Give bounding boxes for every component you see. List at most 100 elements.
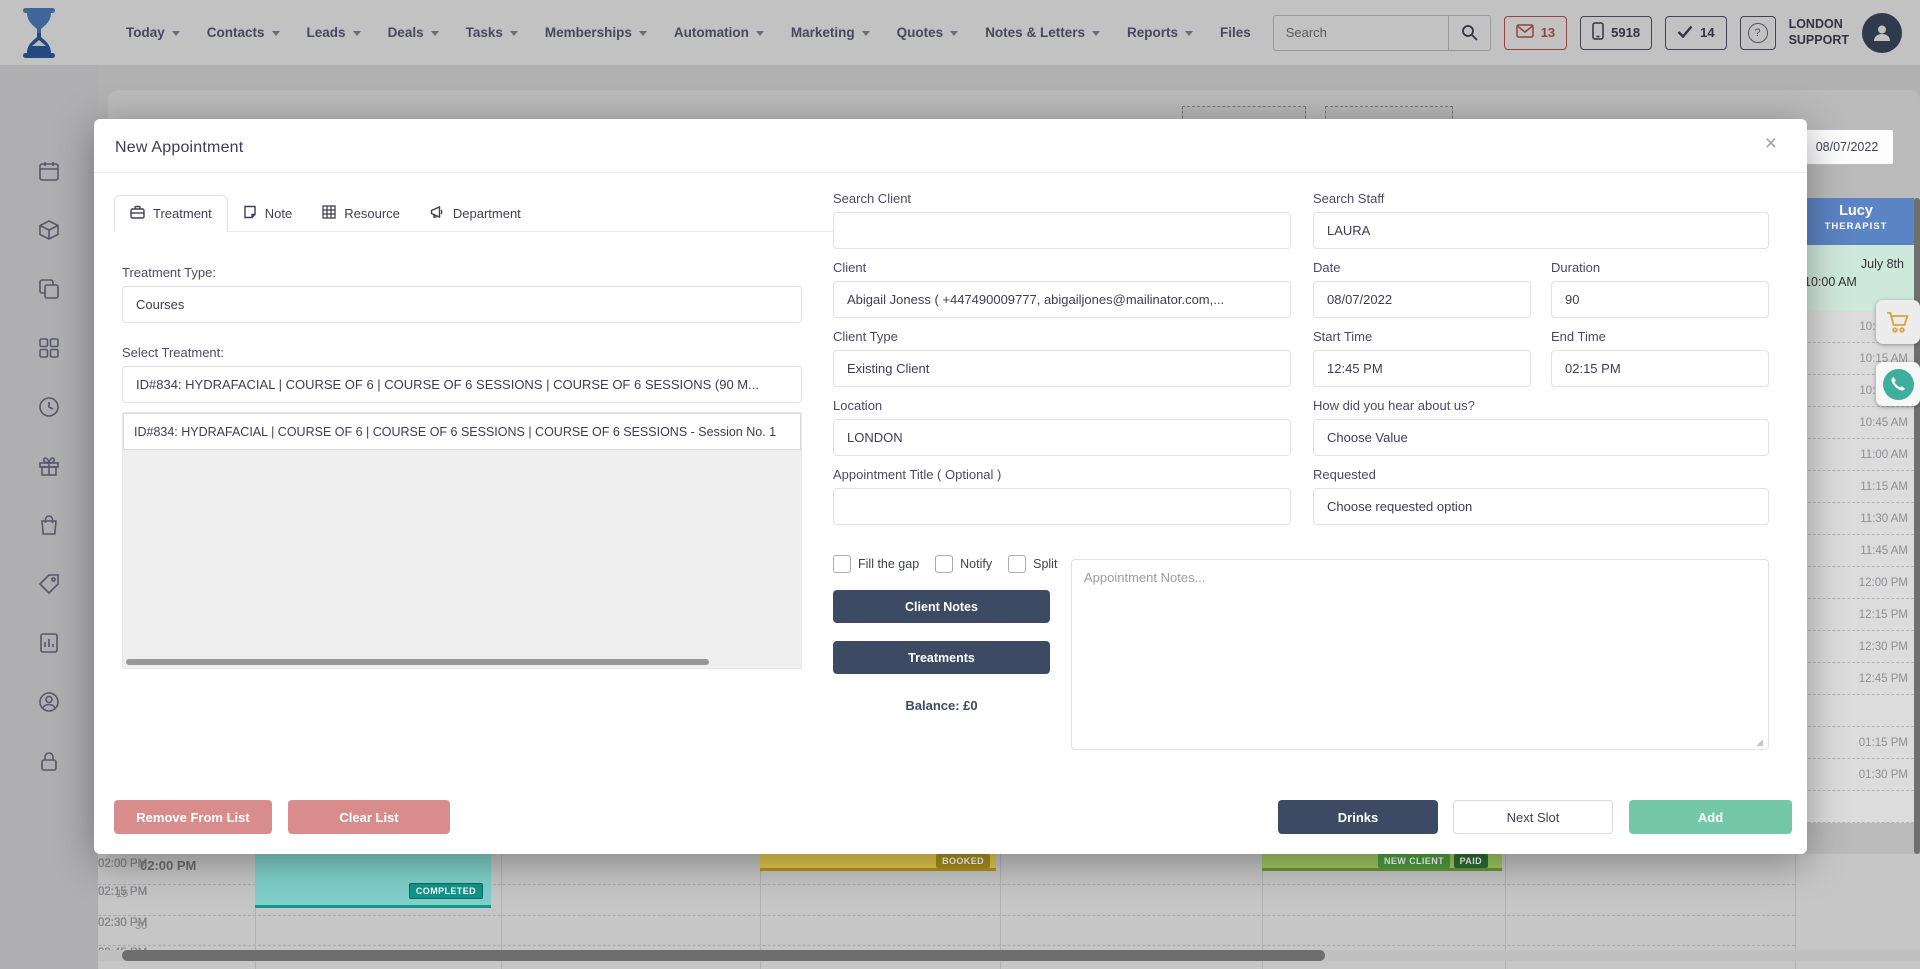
staff-name: Lucy: [1798, 203, 1914, 219]
close-icon[interactable]: ×: [1759, 131, 1783, 157]
time-label: 10:45 AM: [1859, 417, 1908, 429]
vertical-scrollbar[interactable]: [1914, 198, 1920, 854]
staff-role: THERAPIST: [1798, 221, 1914, 232]
date-field[interactable]: 08/07/2022: [1313, 281, 1531, 318]
resize-handle-icon[interactable]: ◢: [1756, 737, 1763, 748]
search-staff-label: Search Staff: [1313, 191, 1769, 206]
tab-department[interactable]: Department: [415, 196, 536, 231]
hear-about-us-select[interactable]: Choose Value: [1313, 419, 1769, 456]
client-type-label: Client Type: [833, 329, 1291, 344]
calendar-time-slot[interactable]: 12:00 PM: [1798, 567, 1914, 599]
split-checkbox[interactable]: Split: [1008, 555, 1057, 573]
basket-widget[interactable]: [1876, 300, 1920, 344]
client-label: Client: [833, 260, 1291, 275]
table-icon: [322, 205, 336, 222]
start-time-label: Start Time: [1313, 329, 1531, 344]
calendar-time-slot[interactable]: 01:15 PM: [1798, 727, 1914, 759]
location-label: Location: [833, 398, 1291, 413]
list-scrollbar[interactable]: [126, 659, 709, 665]
fill-the-gap-checkbox[interactable]: Fill the gap: [833, 555, 919, 573]
treatment-type-select[interactable]: Courses: [122, 286, 802, 323]
time-label: 11:15 AM: [1860, 481, 1908, 493]
duration-field[interactable]: 90: [1551, 281, 1769, 318]
date-label: Date: [1313, 260, 1531, 275]
checkbox-icon: [833, 555, 851, 573]
new-client-badge: NEW CLIENT: [1378, 854, 1450, 868]
appointment-block-paid[interactable]: NEW CLIENT PAID: [1262, 854, 1502, 871]
time-label: 02:00 PM: [98, 858, 147, 870]
clear-list-button[interactable]: Clear List: [288, 800, 450, 834]
remove-from-list-button[interactable]: Remove From List: [114, 800, 272, 834]
appointment-notes-textarea[interactable]: [1071, 559, 1769, 750]
search-client-label: Search Client: [833, 191, 1291, 206]
search-staff-field[interactable]: LAURA: [1313, 212, 1769, 249]
time-label: 01:15 PM: [1859, 737, 1908, 749]
divider: [94, 172, 1807, 173]
treatment-list-item[interactable]: ID#834: HYDRAFACIAL | COURSE OF 6 | COUR…: [123, 413, 801, 450]
time-label: 12:45 PM: [1859, 673, 1908, 685]
paid-badge: PAID: [1454, 854, 1488, 868]
day-label: July 8th: [1804, 257, 1908, 271]
modal-title: New Appointment: [115, 139, 243, 157]
checkbox-label: Notify: [960, 557, 992, 571]
notify-checkbox[interactable]: Notify: [935, 555, 992, 573]
checkbox-icon: [935, 555, 953, 573]
treatment-type-label: Treatment Type:: [122, 265, 802, 280]
time-label: 12:15 PM: [1859, 609, 1908, 621]
megaphone-icon: [430, 205, 445, 222]
tab-note[interactable]: Note: [228, 196, 307, 231]
hear-about-us-label: How did you hear about us?: [1313, 398, 1769, 413]
time-label: 11:00 AM: [1860, 449, 1908, 461]
calendar-time-slot[interactable]: 12:15 PM: [1798, 599, 1914, 631]
drinks-button[interactable]: Drinks: [1278, 800, 1438, 834]
calendar-time-slot[interactable]: [1798, 695, 1914, 727]
calendar-date-field[interactable]: 08/07/2022: [1800, 129, 1894, 165]
start-time-field[interactable]: 12:45 PM: [1313, 350, 1531, 387]
current-hour-label: 02:00 PM: [140, 858, 196, 873]
calendar-time-slot[interactable]: 11:30 AM: [1798, 503, 1914, 535]
end-time-label: End Time: [1551, 329, 1769, 344]
calendar-time-slot[interactable]: 11:00 AM: [1798, 439, 1914, 471]
appointment-block-booked[interactable]: BOOKED: [760, 854, 996, 871]
requested-label: Requested: [1313, 467, 1769, 482]
treatments-button[interactable]: Treatments: [833, 641, 1050, 674]
phone-widget[interactable]: [1876, 362, 1920, 406]
checkbox-label: Fill the gap: [858, 557, 919, 571]
calendar-time-slot[interactable]: [1798, 791, 1914, 823]
appointment-title-input[interactable]: [833, 488, 1291, 525]
treatment-select[interactable]: ID#834: HYDRAFACIAL | COURSE OF 6 | COUR…: [122, 366, 802, 403]
calendar-time-slot[interactable]: 12:30 PM: [1798, 631, 1914, 663]
briefcase-icon: [130, 205, 145, 222]
location-select[interactable]: LONDON: [833, 419, 1291, 456]
calendar-time-slot[interactable]: 11:45 AM: [1798, 535, 1914, 567]
appointment-title-label: Appointment Title ( Optional ): [833, 467, 1291, 482]
grid-line: [98, 915, 1795, 916]
calendar-time-slot[interactable]: 12:45 PM: [1798, 663, 1914, 695]
treatment-list: ID#834: HYDRAFACIAL | COURSE OF 6 | COUR…: [122, 412, 802, 669]
calendar-time-slot[interactable]: 11:15 AM: [1798, 471, 1914, 503]
calendar-staff-header[interactable]: Lucy THERAPIST: [1798, 198, 1914, 245]
select-treatment-label: Select Treatment:: [122, 345, 802, 360]
checkbox-label: Split: [1033, 557, 1057, 571]
end-time-field[interactable]: 02:15 PM: [1551, 350, 1769, 387]
tab-resource[interactable]: Resource: [307, 196, 415, 231]
horizontal-scrollbar[interactable]: [122, 950, 1325, 961]
completed-badge: COMPLETED: [409, 883, 483, 899]
calendar-time-slot[interactable]: 10:45 AM: [1798, 407, 1914, 439]
grid-line: [98, 945, 1795, 946]
time-label: 12:30 PM: [1859, 641, 1908, 653]
checkbox-icon: [1008, 555, 1026, 573]
next-slot-button[interactable]: Next Slot: [1453, 800, 1613, 834]
client-field[interactable]: Abigail Joness ( +447490009777, abigailj…: [833, 281, 1291, 318]
client-type-select[interactable]: Existing Client: [833, 350, 1291, 387]
requested-select[interactable]: Choose requested option: [1313, 488, 1769, 525]
calendar-time-slot[interactable]: 01:30 PM: [1798, 759, 1914, 791]
tab-label: Department: [453, 206, 521, 221]
tab-treatment[interactable]: Treatment: [114, 195, 228, 232]
search-client-input[interactable]: [833, 212, 1291, 249]
appointment-block-completed[interactable]: COMPLETED: [255, 854, 491, 908]
add-button[interactable]: Add: [1629, 800, 1792, 834]
client-notes-button[interactable]: Client Notes: [833, 590, 1050, 623]
time-label: 12:00 PM: [1859, 577, 1908, 589]
tab-label: Note: [265, 206, 292, 221]
